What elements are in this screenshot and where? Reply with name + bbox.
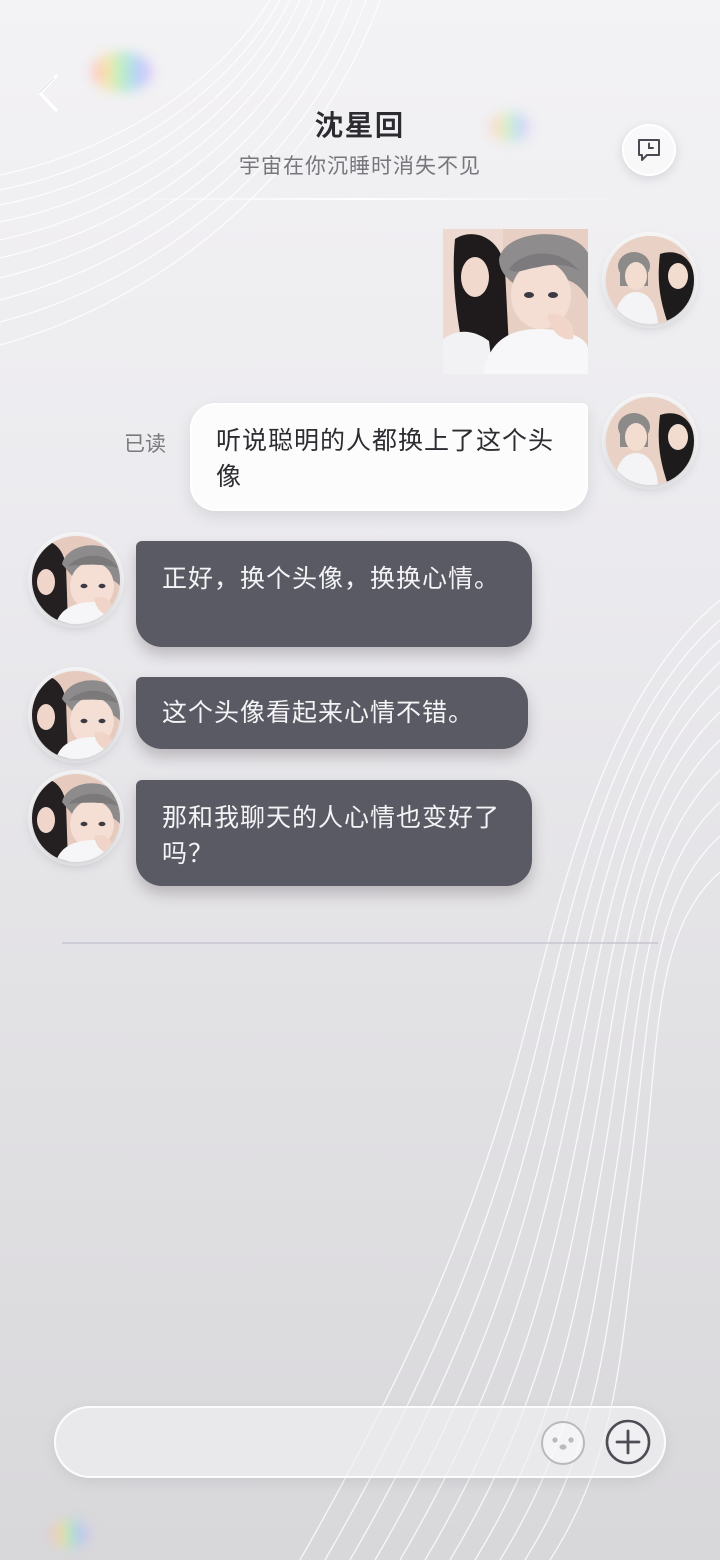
contact-name: 沈星回	[314, 109, 405, 142]
contact-avatar[interactable]	[32, 536, 120, 624]
chat-end-divider	[62, 942, 658, 944]
image-message[interactable]	[443, 229, 588, 374]
chat-header: 沈星回 宇宙在你沉睡时消失不见	[0, 0, 720, 200]
contact-signature: 宇宙在你沉睡时消失不见	[239, 154, 481, 178]
header-divider	[80, 198, 640, 200]
my-avatar[interactable]	[606, 397, 694, 485]
chat-history-button[interactable]	[622, 124, 676, 176]
shared-avatar-image	[443, 229, 588, 374]
message-bubble-outgoing[interactable]: 听说聪明的人都换上了这个头像	[190, 403, 588, 511]
my-avatar[interactable]	[606, 236, 694, 324]
contact-avatar[interactable]	[32, 671, 120, 759]
emoji-face-icon	[541, 1421, 585, 1465]
read-status-label: 已读	[124, 432, 166, 456]
message-bubble-incoming[interactable]: 正好，换个头像，换换心情。	[136, 541, 532, 647]
chat-history-clock-icon	[638, 139, 660, 161]
more-options-button[interactable]	[604, 1418, 652, 1466]
message-bubble-incoming[interactable]: 这个头像看起来心情不错。	[136, 677, 528, 749]
light-prism-decoration	[52, 1520, 88, 1548]
plus-circle-icon	[605, 1419, 651, 1465]
contact-avatar[interactable]	[32, 774, 120, 862]
message-bubble-incoming[interactable]: 那和我聊天的人心情也变好了吗？	[136, 780, 532, 886]
emoji-button[interactable]	[540, 1420, 586, 1466]
